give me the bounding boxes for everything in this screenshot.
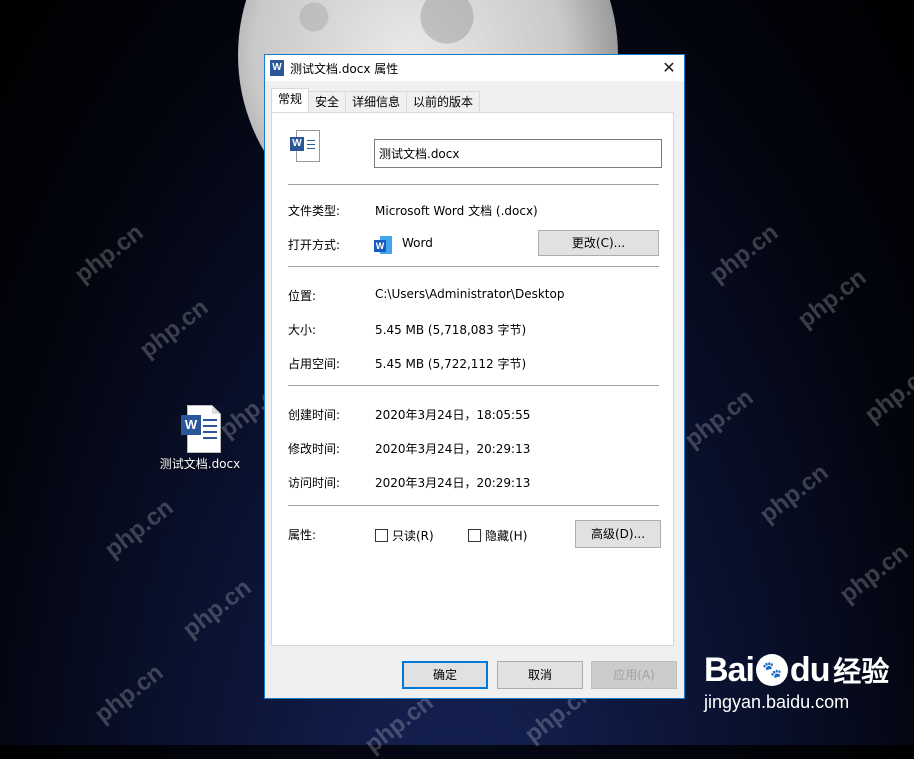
location-label: 位置: bbox=[288, 289, 317, 303]
desktop-file-icon[interactable]: W 测试文档.docx bbox=[158, 405, 242, 471]
hidden-label: 隐藏(H) bbox=[485, 529, 528, 543]
size-label: 大小: bbox=[288, 323, 317, 337]
logo-text-cn: 经验 bbox=[833, 655, 890, 688]
watermark: php.cn bbox=[859, 358, 914, 429]
checkbox-box[interactable] bbox=[468, 529, 481, 542]
watermark: php.cn bbox=[89, 658, 169, 729]
tab-security[interactable]: 安全 bbox=[308, 91, 347, 112]
accessed-label: 访问时间: bbox=[288, 476, 341, 490]
tab-general[interactable]: 常规 bbox=[271, 88, 310, 112]
watermark: php.cn bbox=[704, 218, 784, 289]
divider bbox=[288, 266, 659, 267]
created-label: 创建时间: bbox=[288, 408, 341, 422]
disk-size-value: 5.45 MB (5,722,112 字节) bbox=[375, 357, 527, 371]
ok-button[interactable]: 确定 bbox=[402, 661, 488, 689]
word-icon: W bbox=[270, 60, 284, 76]
watermark: php.cn bbox=[679, 383, 759, 454]
divider bbox=[288, 385, 659, 386]
watermark: php.cn bbox=[359, 688, 439, 759]
cancel-button[interactable]: 取消 bbox=[497, 661, 583, 689]
watermark: php.cn bbox=[834, 538, 914, 609]
readonly-label: 只读(R) bbox=[392, 529, 434, 543]
readonly-checkbox[interactable]: 只读(R) bbox=[375, 527, 434, 544]
tab-details[interactable]: 详细信息 bbox=[345, 91, 408, 112]
accessed-value: 2020年3月24日，20:29:13 bbox=[375, 476, 531, 490]
watermark: php.cn bbox=[177, 573, 257, 644]
word-app-icon: W bbox=[374, 236, 394, 256]
dialog-title: 测试文档.docx 属性 bbox=[290, 61, 399, 76]
word-document-icon: W bbox=[290, 130, 320, 162]
advanced-button[interactable]: 高级(D)... bbox=[575, 520, 661, 548]
baidu-jingyan-logo: Bai 🐾 du 经验 jingyan.baidu.com bbox=[704, 650, 889, 713]
logo-text-left: Bai bbox=[704, 651, 755, 689]
hidden-checkbox[interactable]: 隐藏(H) bbox=[468, 527, 527, 544]
word-document-icon: W bbox=[181, 405, 221, 453]
open-with-value: Word bbox=[402, 236, 433, 250]
location-value: C:\Users\Administrator\Desktop bbox=[375, 287, 565, 301]
title-bar[interactable]: W 测试文档.docx 属性 ✕ bbox=[265, 55, 684, 81]
change-button[interactable]: 更改(C)... bbox=[538, 230, 659, 256]
apply-button[interactable]: 应用(A) bbox=[591, 661, 677, 689]
paw-icon: 🐾 bbox=[755, 654, 788, 686]
checkbox-box[interactable] bbox=[375, 529, 388, 542]
attributes-label: 属性: bbox=[288, 528, 317, 542]
tab-strip: 常规 安全 详细信息 以前的版本 bbox=[271, 88, 481, 112]
open-with-label: 打开方式: bbox=[288, 238, 341, 252]
logo-text-right: du bbox=[789, 651, 831, 689]
created-value: 2020年3月24日，18:05:55 bbox=[375, 408, 531, 422]
watermark: php.cn bbox=[134, 293, 214, 364]
general-panel: W 文件类型: Microsoft Word 文档 (.docx) 打开方式: … bbox=[271, 112, 674, 646]
brand-url: jingyan.baidu.com bbox=[704, 692, 850, 712]
modified-label: 修改时间: bbox=[288, 442, 341, 456]
close-icon[interactable]: ✕ bbox=[654, 55, 684, 81]
watermark: php.cn bbox=[69, 218, 149, 289]
size-value: 5.45 MB (5,718,083 字节) bbox=[375, 323, 527, 337]
watermark: php.cn bbox=[792, 263, 872, 334]
modified-value: 2020年3月24日，20:29:13 bbox=[375, 442, 531, 456]
file-type-label: 文件类型: bbox=[288, 204, 341, 218]
tab-previous-versions[interactable]: 以前的版本 bbox=[406, 91, 481, 112]
filename-field[interactable] bbox=[374, 139, 662, 168]
file-type-value: Microsoft Word 文档 (.docx) bbox=[375, 204, 538, 218]
desktop-file-label: 测试文档.docx bbox=[159, 457, 241, 471]
divider bbox=[288, 505, 659, 506]
watermark: php.cn bbox=[754, 458, 834, 529]
properties-dialog: W 测试文档.docx 属性 ✕ 常规 安全 详细信息 以前的版本 W 文件类型… bbox=[264, 54, 685, 699]
divider bbox=[288, 184, 659, 185]
watermark: php.cn bbox=[99, 493, 179, 564]
disk-size-label: 占用空间: bbox=[288, 357, 341, 371]
